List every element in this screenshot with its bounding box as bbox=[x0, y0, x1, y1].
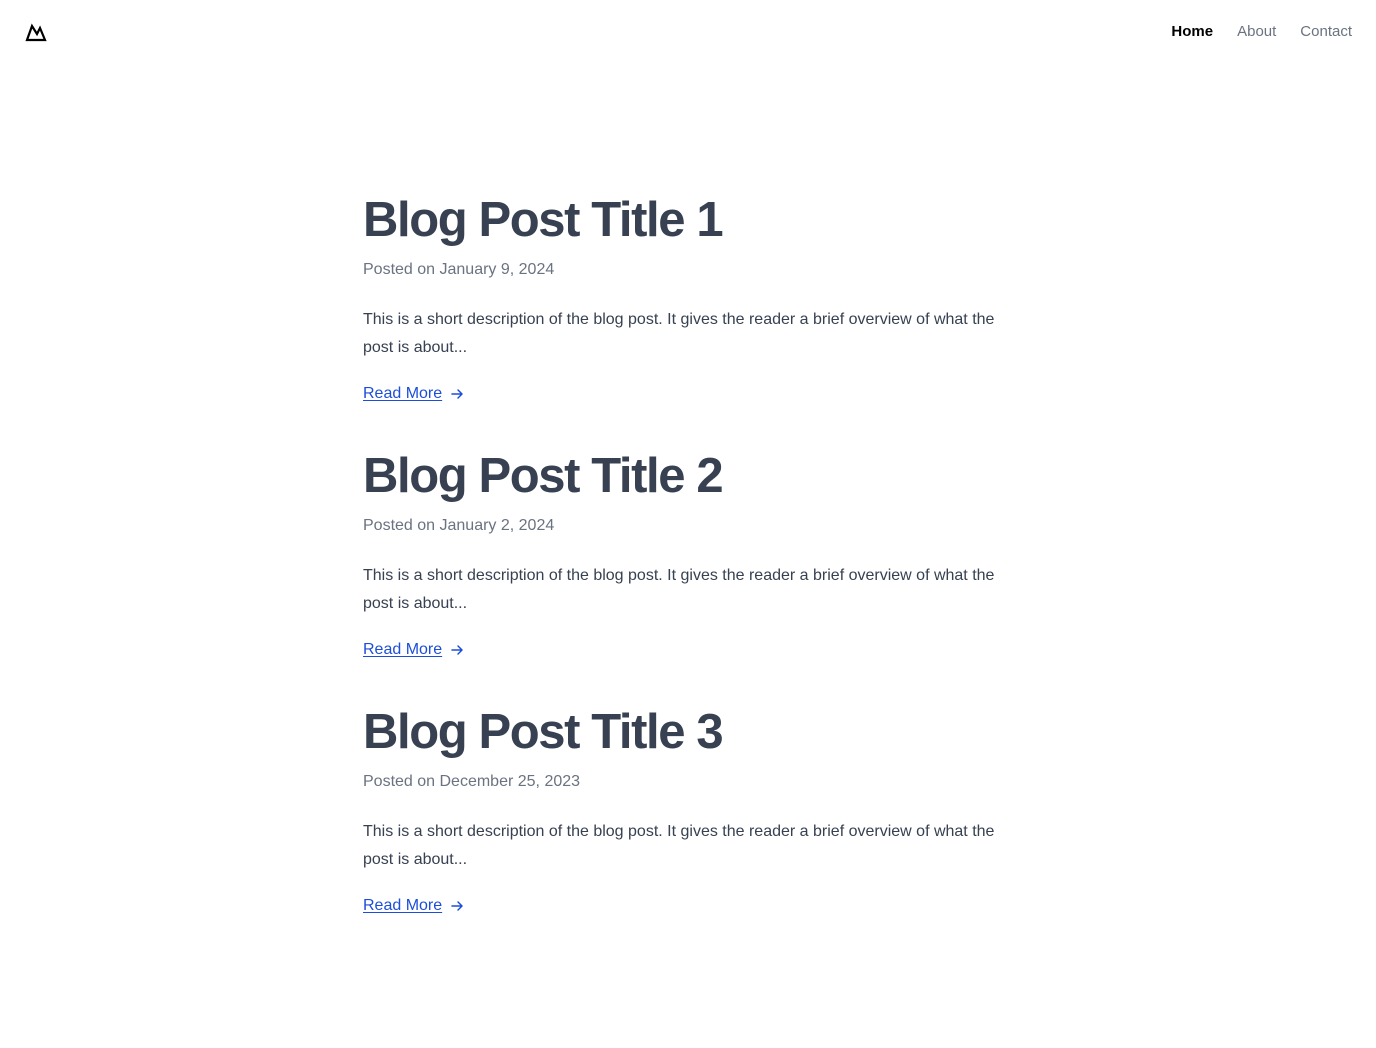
post-title[interactable]: Blog Post Title 3 bbox=[363, 702, 1003, 762]
read-more-link[interactable]: Read More bbox=[363, 894, 464, 918]
post-title[interactable]: Blog Post Title 2 bbox=[363, 446, 1003, 506]
post-date: Posted on January 9, 2024 bbox=[363, 261, 555, 278]
arrow-right-icon bbox=[451, 645, 463, 655]
mountain-logo-icon[interactable] bbox=[24, 21, 48, 45]
read-more-label: Read More bbox=[363, 385, 443, 402]
site-header: Home About Contact bbox=[0, 0, 1376, 64]
main-nav: Home About Contact bbox=[1171, 22, 1352, 42]
post-date: Posted on January 2, 2024 bbox=[363, 517, 555, 534]
nav-link-home[interactable]: Home bbox=[1171, 22, 1213, 42]
post-date: Posted on December 25, 2023 bbox=[363, 773, 581, 790]
post-description: This is a short description of the blog … bbox=[363, 311, 995, 356]
nav-link-contact[interactable]: Contact bbox=[1300, 22, 1352, 42]
post-description: This is a short description of the blog … bbox=[363, 567, 995, 612]
post-list: Blog Post Title 1 Posted on January 9, 2… bbox=[363, 190, 1003, 958]
post-item: Blog Post Title 2 Posted on January 2, 2… bbox=[363, 446, 1003, 702]
post-item: Blog Post Title 1 Posted on January 9, 2… bbox=[363, 190, 1003, 446]
nav-link-about[interactable]: About bbox=[1237, 22, 1276, 42]
read-more-label: Read More bbox=[363, 641, 443, 658]
read-more-label: Read More bbox=[363, 897, 443, 914]
read-more-link[interactable]: Read More bbox=[363, 382, 464, 406]
post-item: Blog Post Title 3 Posted on December 25,… bbox=[363, 702, 1003, 958]
post-description: This is a short description of the blog … bbox=[363, 823, 995, 868]
arrow-right-icon bbox=[451, 389, 463, 399]
read-more-link[interactable]: Read More bbox=[363, 638, 464, 662]
arrow-right-icon bbox=[451, 901, 463, 911]
post-title[interactable]: Blog Post Title 1 bbox=[363, 190, 1003, 250]
